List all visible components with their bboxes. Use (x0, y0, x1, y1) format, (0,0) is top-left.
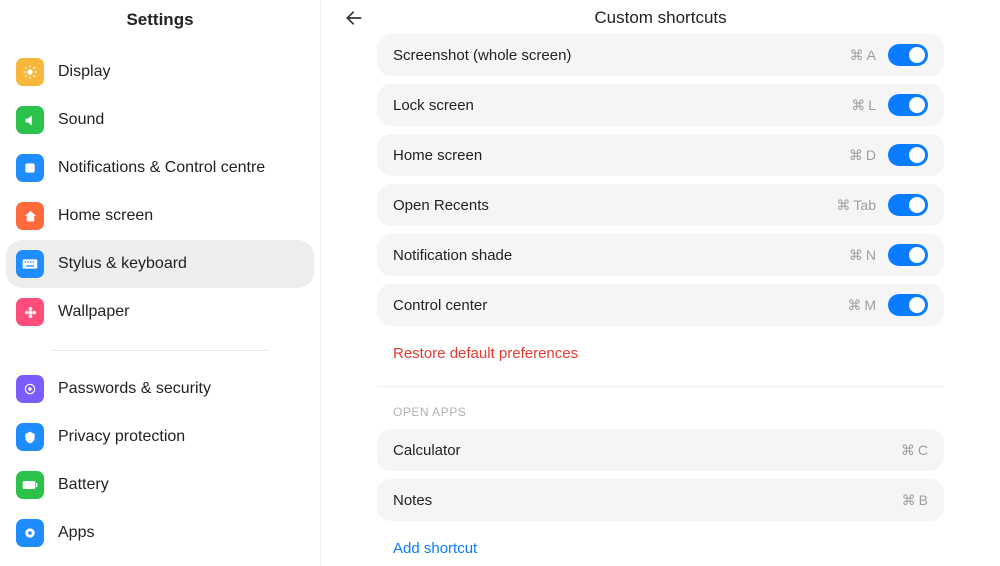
sidebar-item-label: Stylus & keyboard (58, 255, 187, 273)
sidebar-item-stylus-keyboard[interactable]: Stylus & keyboard (6, 240, 314, 288)
sidebar-item-label: Wallpaper (58, 303, 129, 321)
sidebar-item-label: Notifications & Control centre (58, 159, 265, 177)
apps-icon (16, 519, 44, 547)
flower-icon (16, 298, 44, 326)
home-icon (16, 202, 44, 230)
shortcut-row-notification-shade[interactable]: Notification shade ⌘N (377, 234, 944, 276)
sidebar-item-label: Apps (58, 524, 94, 542)
command-icon: ⌘ (849, 247, 863, 264)
shortcut-keys: ⌘A (850, 47, 876, 64)
shortcut-label: Lock screen (393, 97, 851, 114)
shortcut-label: Calculator (393, 442, 901, 459)
sidebar-item-apps[interactable]: Apps (6, 509, 314, 557)
sidebar-item-home-screen[interactable]: Home screen (6, 192, 314, 240)
shortcut-row-home-screen[interactable]: Home screen ⌘D (377, 134, 944, 176)
sidebar-item-label: Battery (58, 476, 109, 494)
shortcut-label: Open Recents (393, 197, 836, 214)
main-header: Custom shortcuts (321, 0, 1000, 30)
sidebar-item-wallpaper[interactable]: Wallpaper (6, 288, 314, 336)
shortcut-label: Notification shade (393, 247, 849, 264)
main-panel: Custom shortcuts Screenshot (whole scree… (321, 0, 1000, 566)
shortcut-keys: ⌘B (902, 492, 928, 509)
page-title: Custom shortcuts (321, 8, 1000, 28)
sidebar-item-display[interactable]: Display (6, 48, 314, 96)
keyboard-icon (16, 250, 44, 278)
battery-icon (16, 471, 44, 499)
sidebar-item-label: Display (58, 63, 110, 81)
open-apps-header: OPEN APPS (377, 405, 944, 429)
command-icon: ⌘ (836, 197, 850, 214)
sidebar-divider (52, 350, 268, 351)
toggle-switch[interactable] (888, 294, 928, 316)
command-icon: ⌘ (851, 97, 865, 114)
settings-sidebar: Settings Display Sound Notifications & C… (0, 0, 320, 566)
shortcut-row-control-center[interactable]: Control center ⌘M (377, 284, 944, 326)
restore-defaults-link[interactable]: Restore default preferences (393, 345, 578, 362)
shortcut-keys: ⌘D (849, 147, 876, 164)
shortcut-row-lock-screen[interactable]: Lock screen ⌘L (377, 84, 944, 126)
sun-icon (16, 58, 44, 86)
app-shortcut-row-calculator[interactable]: Calculator ⌘C (377, 429, 944, 471)
shortcut-keys: ⌘M (847, 297, 876, 314)
sidebar-item-battery[interactable]: Battery (6, 461, 314, 509)
app-shortcut-row-notes[interactable]: Notes ⌘B (377, 479, 944, 521)
sidebar-item-passwords-security[interactable]: Passwords & security (6, 365, 314, 413)
command-icon: ⌘ (847, 297, 861, 314)
command-icon: ⌘ (901, 442, 915, 459)
toggle-switch[interactable] (888, 144, 928, 166)
toggle-switch[interactable] (888, 44, 928, 66)
shortcut-row-screenshot[interactable]: Screenshot (whole screen) ⌘A (377, 34, 944, 76)
command-icon: ⌘ (849, 147, 863, 164)
toggle-switch[interactable] (888, 194, 928, 216)
sidebar-title: Settings (6, 0, 314, 48)
toggle-switch[interactable] (888, 244, 928, 266)
shortcut-row-open-recents[interactable]: Open Recents ⌘Tab (377, 184, 944, 226)
add-shortcut-link[interactable]: Add shortcut (393, 540, 477, 557)
shortcut-label: Home screen (393, 147, 849, 164)
shortcut-keys: ⌘N (849, 247, 876, 264)
sidebar-item-notifications[interactable]: Notifications & Control centre (6, 144, 314, 192)
shortcut-keys: ⌘C (901, 442, 928, 459)
sidebar-item-label: Passwords & security (58, 380, 211, 398)
speaker-icon (16, 106, 44, 134)
command-icon: ⌘ (850, 47, 864, 64)
back-button[interactable] (337, 1, 371, 35)
privacy-icon (16, 423, 44, 451)
sidebar-item-label: Sound (58, 111, 104, 129)
command-icon: ⌘ (902, 492, 916, 509)
shortcut-label: Control center (393, 297, 847, 314)
toggle-switch[interactable] (888, 94, 928, 116)
shield-icon (16, 375, 44, 403)
sidebar-item-label: Home screen (58, 207, 153, 225)
section-divider (377, 386, 944, 387)
shortcut-label: Screenshot (whole screen) (393, 47, 850, 64)
shortcut-label: Notes (393, 492, 902, 509)
sidebar-item-label: Privacy protection (58, 428, 185, 446)
sidebar-item-privacy[interactable]: Privacy protection (6, 413, 314, 461)
bell-icon (16, 154, 44, 182)
sidebar-item-sound[interactable]: Sound (6, 96, 314, 144)
shortcut-keys: ⌘L (851, 97, 876, 114)
shortcut-keys: ⌘Tab (836, 197, 876, 214)
